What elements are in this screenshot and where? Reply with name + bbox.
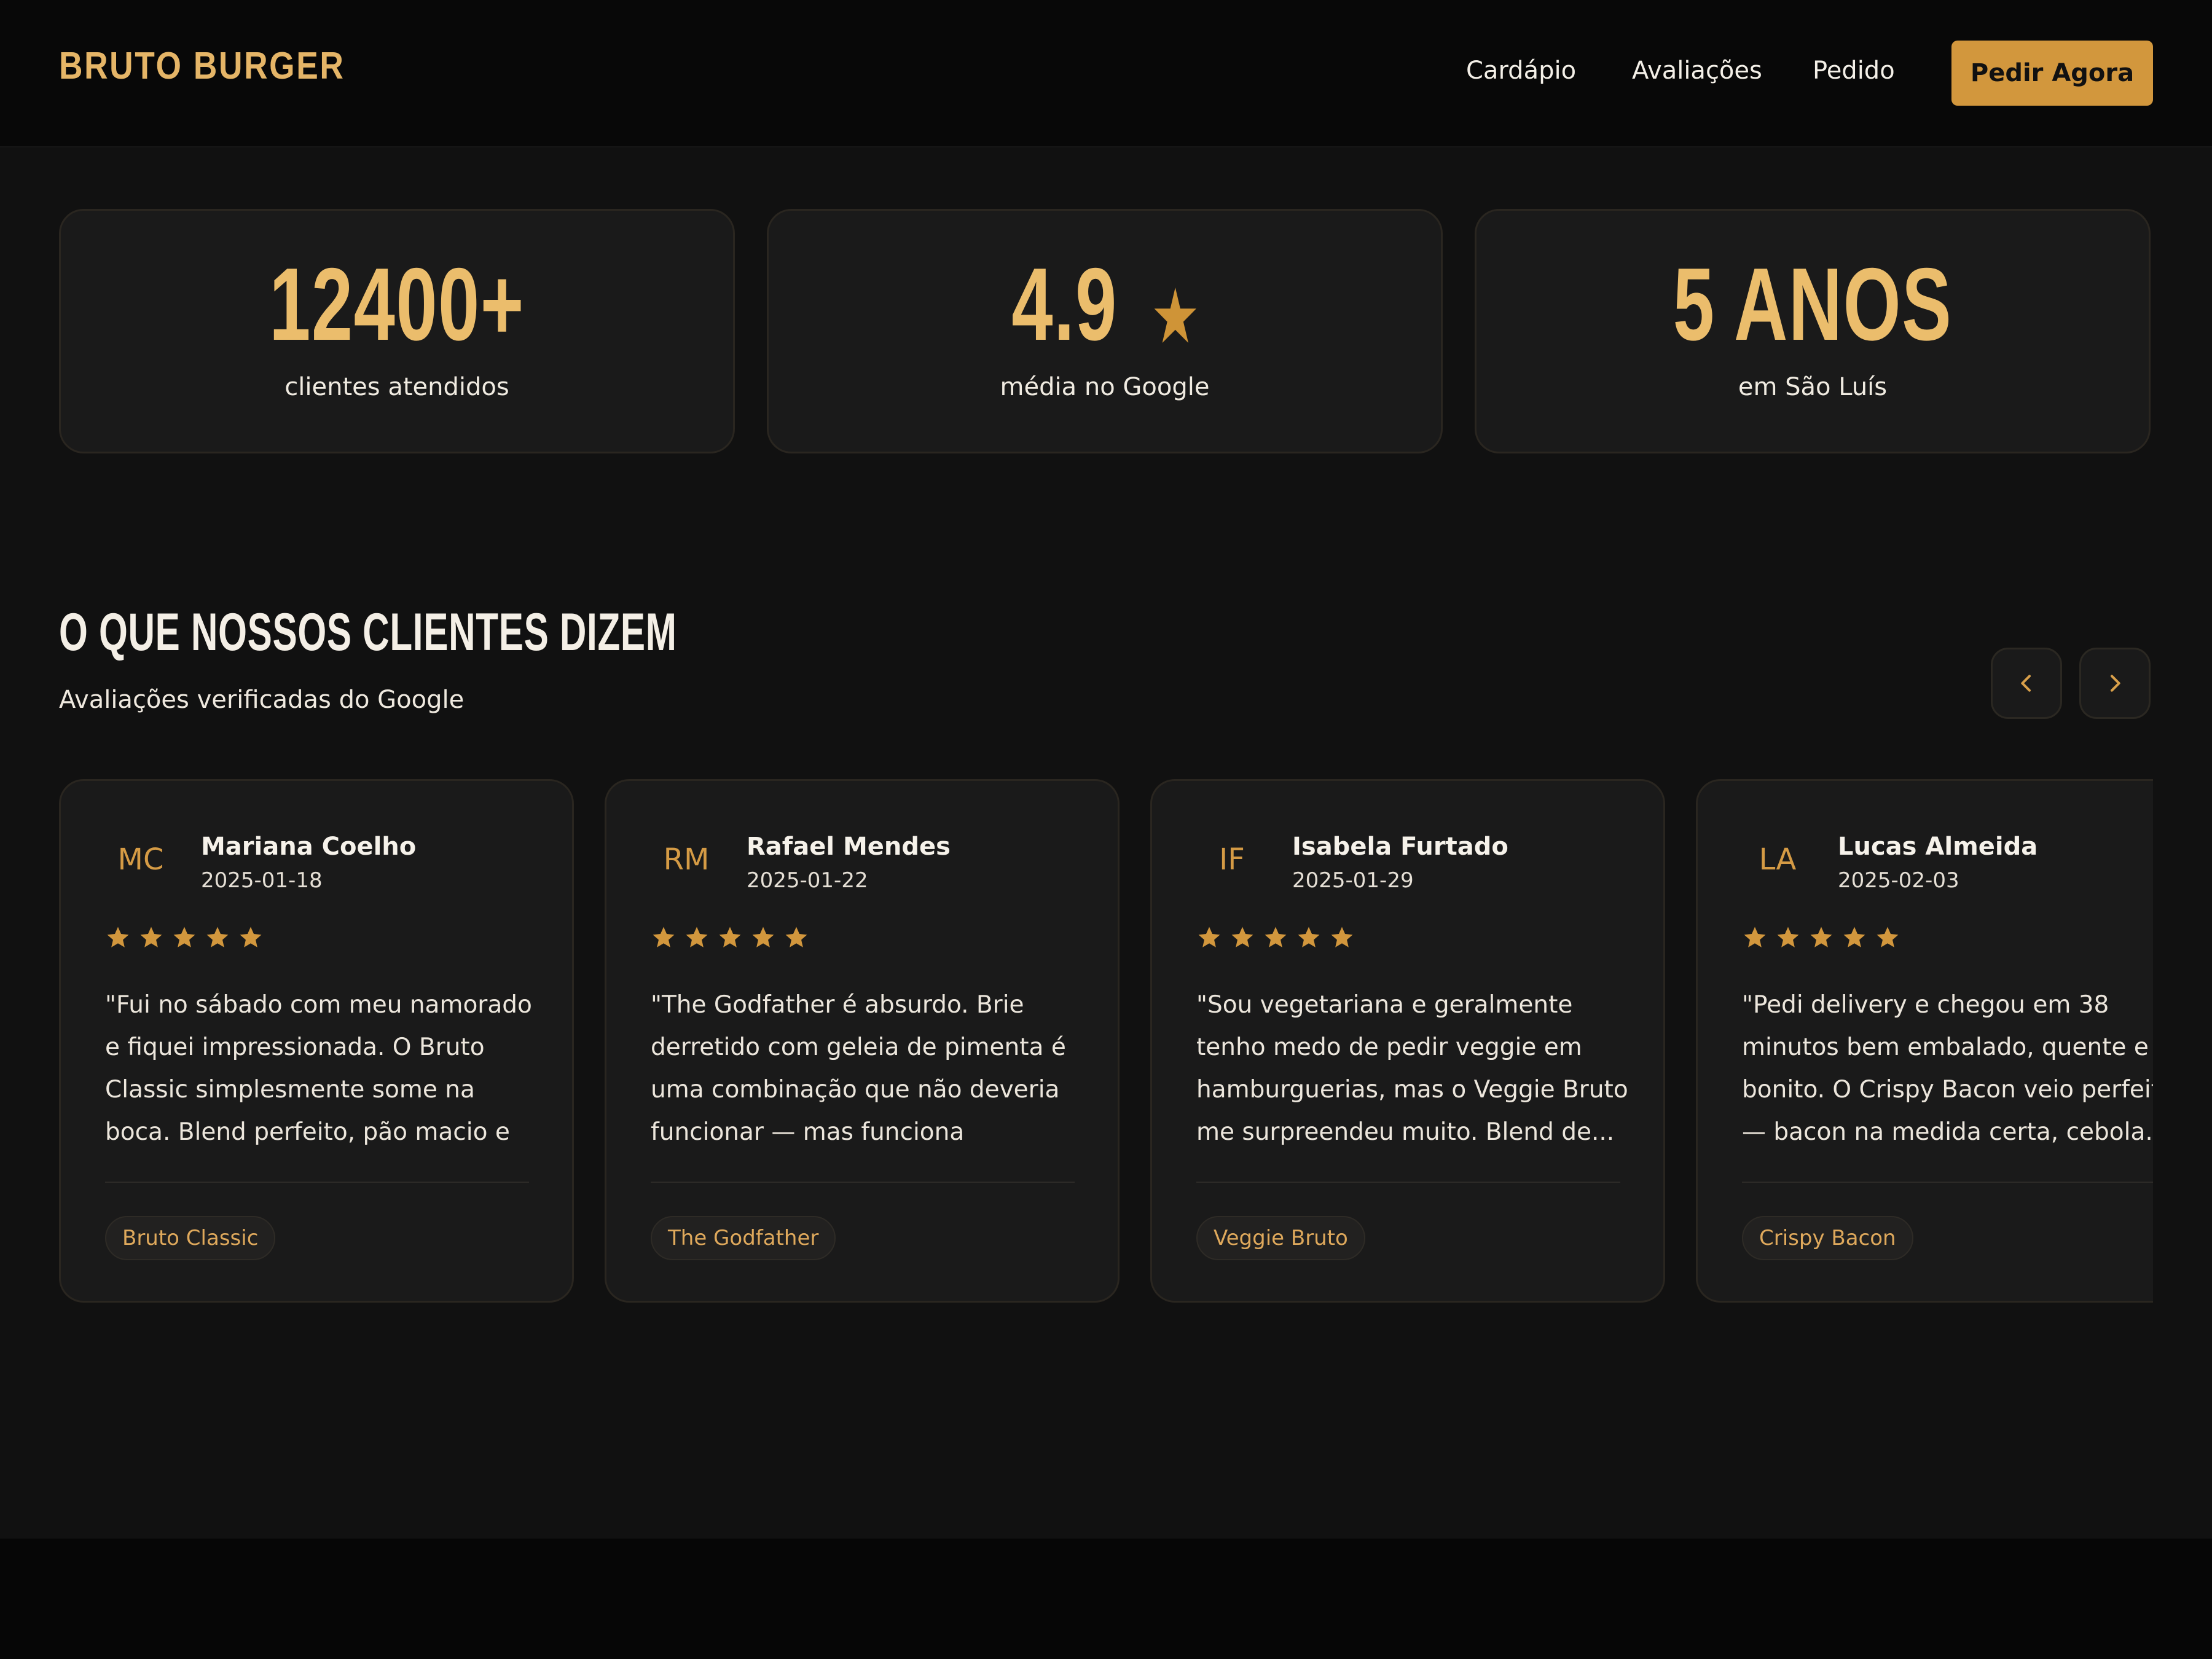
avatar: MC [117, 842, 164, 877]
nav-link-pedido[interactable]: Pedido [1813, 57, 1895, 85]
avatar: RM [663, 842, 710, 877]
review-date: 2025-02-03 [1838, 868, 1959, 893]
star-icon [173, 927, 195, 947]
star-icon [719, 927, 741, 947]
review-date: 2025-01-22 [747, 868, 868, 893]
stat-value: 12400+ [269, 246, 525, 362]
star-icon [1810, 927, 1832, 947]
star-icon [140, 927, 162, 947]
section-title: O QUE NOSSOS CLIENTES DIZEM [59, 603, 677, 662]
divider [651, 1182, 1075, 1183]
product-tag[interactable]: Crispy Bacon [1742, 1216, 1913, 1260]
reviewer-name: Mariana Coelho [201, 833, 417, 861]
star-icon [1777, 927, 1799, 947]
review-card: IF Isabela Furtado 2025-01-29 "Sou veget… [1150, 779, 1665, 1303]
nav-link-cardapio[interactable]: Cardápio [1466, 57, 1576, 85]
review-card: RM Rafael Mendes 2025-01-22 "The Godfath… [605, 779, 1120, 1303]
review-card: LA Lucas Almeida 2025-02-03 "Pedi delive… [1696, 779, 2153, 1303]
review-card: MC Mariana Coelho 2025-01-18 "Fui no sáb… [59, 779, 574, 1303]
stat-card-years: 5 ANOS em São Luís [1475, 209, 2151, 453]
star-icon [785, 927, 807, 947]
star-rating [1196, 925, 1355, 951]
divider [105, 1182, 529, 1183]
brand-logo[interactable]: BRUTO BURGER [59, 44, 345, 88]
star-icon [1843, 927, 1865, 947]
star-icon [653, 927, 675, 947]
star-icon [1877, 927, 1899, 947]
star-icon [206, 927, 229, 947]
section-subtitle: Avaliações verificadas do Google [59, 686, 465, 714]
stat-card-rating: 4.9 ★ média no Google [767, 209, 1443, 453]
star-rating [105, 925, 264, 951]
stat-card-customers: 12400+ clientes atendidos [59, 209, 735, 453]
star-rating [1742, 925, 1900, 951]
order-now-button[interactable]: Pedir Agora [1951, 41, 2153, 106]
product-tag[interactable]: Veggie Bruto [1196, 1216, 1365, 1260]
site-footer [0, 1539, 2212, 1659]
stat-label: clientes atendidos [284, 373, 509, 401]
stat-value-wrap: 4.9 ★ [863, 249, 1347, 372]
carousel-prev-button[interactable] [1991, 648, 2062, 719]
nav-link-avaliacoes[interactable]: Avaliações [1632, 57, 1762, 85]
avatar: IF [1219, 842, 1245, 877]
reviewer-name: Isabela Furtado [1292, 833, 1508, 861]
star-rating [651, 925, 809, 951]
divider [1196, 1182, 1620, 1183]
avatar: LA [1759, 842, 1797, 877]
product-tag[interactable]: Bruto Classic [105, 1216, 276, 1260]
reviewer-name: Rafael Mendes [747, 833, 951, 861]
star-icon [240, 927, 262, 947]
star-icon [1231, 927, 1253, 947]
stat-value: 5 ANOS [1673, 246, 1953, 362]
review-text: "Fui no sábado com meu namorado e fiquei… [105, 991, 532, 1146]
star-icon [1198, 927, 1220, 947]
star-icon [686, 927, 708, 947]
review-text: "Sou vegetariana e geralmente tenho medo… [1196, 991, 1628, 1146]
site-header: BRUTO BURGER Cardápio Avaliações Pedido … [0, 0, 2212, 147]
star-icon: ★ [1139, 279, 1198, 355]
star-icon [1744, 927, 1766, 947]
star-icon [1265, 927, 1287, 947]
review-text: "The Godfather é absurdo. Brie derretido… [651, 991, 1066, 1146]
chevron-right-icon [2111, 675, 2120, 692]
stat-value: 4.9 [1011, 246, 1118, 362]
stat-label: média no Google [1000, 373, 1210, 401]
star-icon [752, 927, 774, 947]
review-date: 2025-01-18 [201, 868, 323, 893]
product-tag[interactable]: The Godfather [651, 1216, 836, 1260]
reviewer-name: Lucas Almeida [1838, 833, 2038, 861]
review-text: "Pedi delivery e chegou em 38 minutos be… [1742, 991, 2153, 1146]
star-icon [1298, 927, 1320, 947]
divider [1742, 1182, 2153, 1183]
star-icon [1331, 927, 1353, 947]
chevron-left-icon [2021, 675, 2031, 692]
star-icon [107, 927, 129, 947]
reviews-carousel[interactable]: MC Mariana Coelho 2025-01-18 "Fui no sáb… [59, 779, 2153, 1305]
carousel-next-button[interactable] [2079, 648, 2151, 719]
stat-label: em São Luís [1738, 373, 1888, 401]
review-date: 2025-01-29 [1292, 868, 1414, 893]
